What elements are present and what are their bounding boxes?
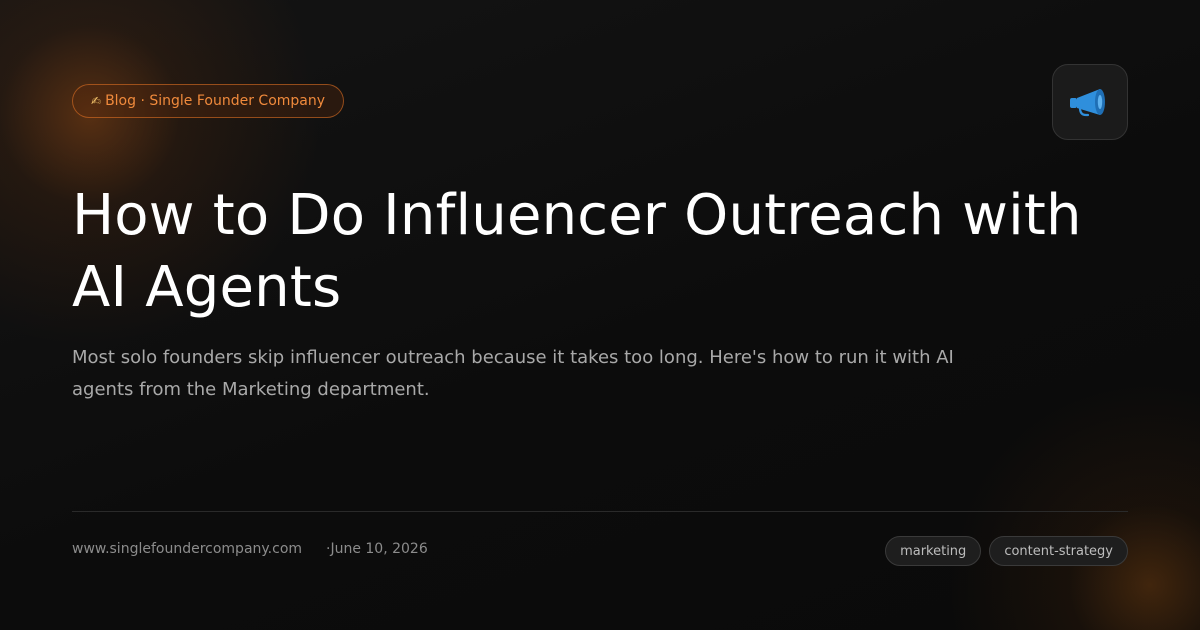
og-card: ✍ Blog · Single Founder Company How to D… bbox=[0, 0, 1200, 630]
post-subtitle: Most solo founders skip influencer outre… bbox=[72, 347, 954, 400]
post-date: ·June 10, 2026 bbox=[326, 541, 428, 557]
tag-content-strategy: content-strategy bbox=[989, 536, 1128, 566]
tag-marketing: marketing bbox=[885, 536, 982, 566]
megaphone-icon bbox=[1070, 89, 1105, 117]
writing-hand-icon: ✍ bbox=[91, 94, 102, 108]
tag-list: marketing content-strategy bbox=[885, 536, 1128, 566]
category-badge: ✍ Blog · Single Founder Company bbox=[72, 84, 345, 118]
app-icon-tile bbox=[1052, 64, 1128, 140]
footer-divider bbox=[72, 511, 1128, 512]
site-url: www.singlefoundercompany.com bbox=[72, 541, 303, 557]
post-title: How to Do Influencer Outreach with AI Ag… bbox=[72, 183, 1082, 320]
category-badge-label: Blog · Single Founder Company bbox=[105, 93, 326, 109]
